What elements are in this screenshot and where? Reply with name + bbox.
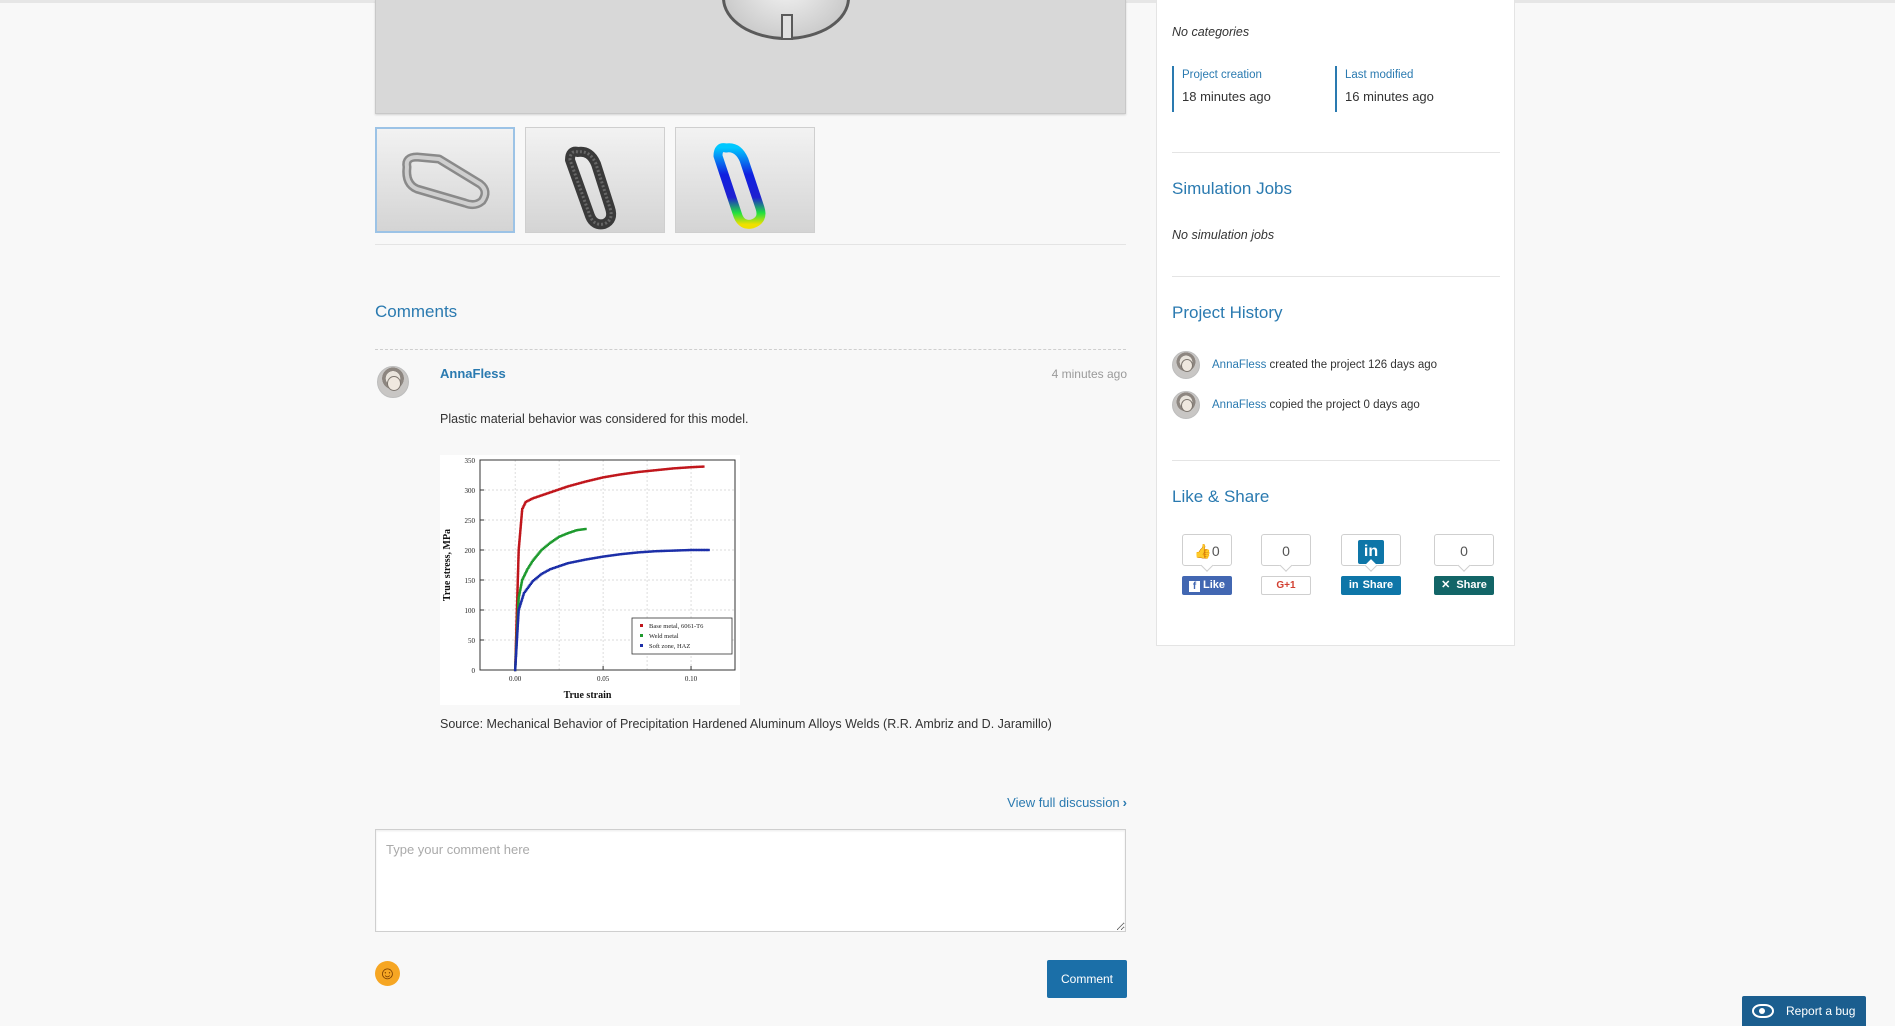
linkedin-share-button[interactable]: in Share — [1341, 576, 1401, 595]
view-full-discussion-link[interactable]: View full discussion › — [1007, 795, 1127, 810]
y-tick-label: 300 — [465, 487, 476, 495]
history-action-text: copied the project 0 days ago — [1269, 399, 1420, 411]
y-tick-label: 350 — [465, 457, 476, 465]
google-plus-count: 0 — [1261, 534, 1311, 566]
data-point — [707, 548, 710, 552]
categories-text: No categories — [1172, 25, 1250, 39]
thumbnail-geometry[interactable] — [375, 127, 515, 233]
facebook-like-button[interactable]: f Like — [1182, 576, 1232, 595]
legend-label: Base metal, 6061-T6 — [649, 623, 704, 630]
view-full-discussion-label[interactable]: View full discussion — [1007, 795, 1119, 810]
data-point — [584, 527, 587, 531]
data-point — [702, 465, 705, 468]
emoji-picker-icon[interactable]: ☺ — [375, 961, 400, 986]
comment-text: Plastic material behavior was considered… — [440, 412, 749, 426]
comment-author-link[interactable]: AnnaFless — [440, 366, 506, 381]
project-history-title: Project History — [1172, 303, 1283, 322]
model-viewer[interactable] — [375, 0, 1126, 114]
project-creation-value: 18 minutes ago — [1182, 89, 1271, 104]
divider — [375, 244, 1126, 245]
eye-icon — [1752, 1004, 1774, 1018]
divider — [1172, 152, 1500, 153]
sidebar-panel: No categories Project creation 18 minute… — [1156, 0, 1515, 646]
x-tick-label: 0.05 — [597, 675, 610, 683]
report-bug-label: Report a bug — [1786, 1004, 1856, 1018]
last-modified-label: Last modified — [1345, 69, 1414, 81]
linkedin-logo-box: in — [1341, 534, 1401, 566]
facebook-like-label: Like — [1202, 579, 1225, 591]
model-notch-render — [781, 14, 793, 40]
project-creation-label: Project creation — [1182, 69, 1262, 81]
carabiner-result-icon — [713, 143, 766, 229]
thumbnail-result[interactable] — [675, 127, 815, 233]
carabiner-mesh-icon — [565, 146, 617, 230]
history-user-link[interactable]: AnnaFless — [1212, 359, 1266, 371]
y-tick-label: 250 — [465, 517, 476, 525]
y-axis-label: True stress, MPa — [442, 529, 453, 601]
xing-icon: ✕ — [1441, 579, 1451, 591]
history-user-link[interactable]: AnnaFless — [1212, 399, 1266, 411]
legend-marker — [640, 634, 643, 637]
carabiner-geometry-icon — [402, 152, 490, 210]
comment-author-avatar[interactable] — [377, 366, 409, 398]
history-user-avatar[interactable] — [1172, 391, 1200, 419]
simulation-jobs-title: Simulation Jobs — [1172, 179, 1293, 198]
report-bug-button[interactable]: Report a bug — [1742, 996, 1866, 1026]
legend-label: Soft zone, HAZ — [649, 643, 690, 650]
xing-share-button[interactable]: ✕ Share — [1434, 576, 1494, 595]
google-plus-button[interactable]: G+1 — [1261, 576, 1311, 595]
like-share-title: Like & Share — [1172, 487, 1270, 506]
facebook-like-count-value: 0 — [1211, 543, 1220, 559]
y-tick-label: 100 — [465, 607, 476, 615]
y-tick-label: 200 — [465, 547, 476, 555]
last-modified-block: Last modified 16 minutes ago — [1335, 66, 1434, 112]
thumbs-up-icon: 👍 — [1194, 543, 1212, 559]
facebook-like-count: 👍0 — [1182, 534, 1232, 566]
x-tick-label: 0.10 — [685, 675, 698, 683]
y-tick-label: 150 — [465, 577, 476, 585]
chevron-right-icon: › — [1122, 795, 1127, 810]
y-tick-label: 0 — [472, 667, 476, 675]
history-user-avatar[interactable] — [1172, 351, 1200, 379]
divider — [1172, 276, 1500, 277]
x-tick-label: 0.00 — [509, 675, 522, 683]
comments-title: Comments — [375, 302, 458, 321]
project-creation-block: Project creation 18 minutes ago — [1172, 66, 1271, 112]
legend-label: Weld metal — [649, 633, 679, 640]
linkedin-icon: in — [1358, 540, 1384, 564]
linkedin-small-icon: in — [1348, 579, 1359, 591]
divider — [1172, 460, 1500, 461]
comment-source-text: Source: Mechanical Behavior of Precipita… — [440, 717, 1052, 731]
stress-strain-chart-image: 0 50 100 150 200 250 300 350 0.00 0.05 0.10 True st… — [440, 455, 740, 705]
stress-strain-chart: 0 50 100 150 200 250 300 350 0.00 0.05 0.10 True st… — [442, 457, 736, 701]
facebook-icon: f — [1188, 581, 1200, 592]
main-column: Comments AnnaFless 4 minutes ago Plastic… — [375, 0, 1127, 1026]
history-action-text: created the project 126 days ago — [1269, 359, 1438, 371]
x-axis-label: True strain — [564, 690, 612, 701]
last-modified-value: 16 minutes ago — [1345, 89, 1434, 104]
legend-marker — [640, 644, 643, 647]
comments-divider — [375, 349, 1126, 350]
simulation-jobs-text: No simulation jobs — [1172, 228, 1275, 242]
y-tick-label: 50 — [468, 637, 476, 645]
linkedin-share-label: Share — [1362, 579, 1394, 591]
comment-submit-button[interactable]: Comment — [1047, 960, 1127, 998]
xing-share-count: 0 — [1434, 534, 1494, 566]
comment-input[interactable] — [375, 829, 1126, 932]
xing-share-label: Share — [1456, 579, 1487, 591]
comment-timestamp: 4 minutes ago — [1051, 367, 1127, 381]
legend-marker — [640, 624, 643, 627]
thumbnail-mesh[interactable] — [525, 127, 665, 233]
